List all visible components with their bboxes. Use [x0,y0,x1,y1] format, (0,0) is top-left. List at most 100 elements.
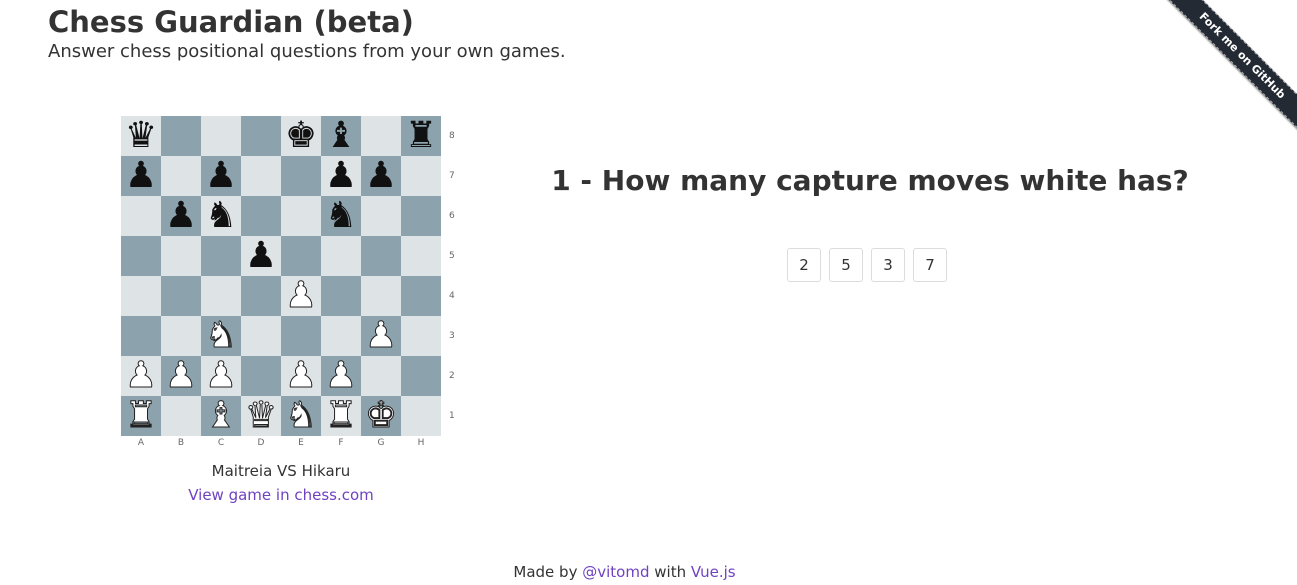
square-e5[interactable] [281,236,321,276]
fork-on-github-link[interactable]: Fork me on GitHub [1166,0,1297,132]
square-d1[interactable]: ♛ [241,395,281,436]
black-queen-icon[interactable]: ♛ [125,116,157,156]
white-pawn-icon[interactable]: ♟ [324,355,357,396]
square-c7[interactable]: ♟ [201,156,241,196]
square-g2[interactable] [361,356,401,396]
square-a2[interactable]: ♟ [121,355,161,396]
square-b5[interactable] [161,236,201,276]
square-c1[interactable]: ♝ [201,395,241,436]
white-queen-icon[interactable]: ♛ [244,395,277,436]
black-pawn-icon[interactable]: ♟ [245,236,277,276]
black-king-icon[interactable]: ♚ [285,116,317,156]
square-a8[interactable]: ♛ [121,116,161,156]
square-c4[interactable] [201,276,241,316]
square-d5[interactable]: ♟ [241,236,281,276]
square-f8[interactable]: ♝ [321,116,361,156]
square-b8[interactable] [161,116,201,156]
square-g1[interactable]: ♚ [361,395,401,436]
square-b2[interactable]: ♟ [161,355,201,396]
square-a7[interactable]: ♟ [121,156,161,196]
square-e8[interactable]: ♚ [281,116,321,156]
black-pawn-icon[interactable]: ♟ [125,156,157,196]
vuejs-link[interactable]: Vue.js [691,563,736,581]
square-a5[interactable] [121,236,161,276]
square-h6[interactable] [401,196,441,236]
square-h4[interactable] [401,276,441,316]
black-pawn-icon[interactable]: ♟ [165,196,197,236]
square-h3[interactable] [401,316,441,356]
white-bishop-icon[interactable]: ♝ [204,395,237,436]
answer-option-button[interactable]: 5 [829,248,863,282]
square-b1[interactable] [161,396,201,436]
square-a6[interactable] [121,196,161,236]
square-g8[interactable] [361,116,401,156]
square-f5[interactable] [321,236,361,276]
white-king-icon[interactable]: ♚ [364,395,397,436]
square-g6[interactable] [361,196,401,236]
author-link[interactable]: @vitomd [582,563,649,581]
square-c5[interactable] [201,236,241,276]
square-d4[interactable] [241,276,281,316]
square-h1[interactable] [401,396,441,436]
white-pawn-icon[interactable]: ♟ [164,355,197,396]
square-e2[interactable]: ♟ [281,355,321,396]
square-g4[interactable] [361,276,401,316]
black-knight-icon[interactable]: ♞ [205,196,237,236]
view-game-link[interactable]: View game in chess.com [121,486,441,504]
white-pawn-icon[interactable]: ♟ [284,355,317,396]
black-knight-icon[interactable]: ♞ [325,196,357,236]
black-pawn-icon[interactable]: ♟ [205,156,237,196]
square-h7[interactable] [401,156,441,196]
white-rook-icon[interactable]: ♜ [324,395,357,436]
square-g7[interactable]: ♟ [361,156,401,196]
square-d6[interactable] [241,196,281,236]
square-e3[interactable] [281,316,321,356]
square-a3[interactable] [121,316,161,356]
square-f2[interactable]: ♟ [321,355,361,396]
square-b4[interactable] [161,276,201,316]
square-d7[interactable] [241,156,281,196]
square-g3[interactable]: ♟ [361,315,401,356]
black-rook-icon[interactable]: ♜ [405,116,437,156]
square-f6[interactable]: ♞ [321,196,361,236]
square-c2[interactable]: ♟ [201,355,241,396]
square-b3[interactable] [161,316,201,356]
black-pawn-icon[interactable]: ♟ [325,156,357,196]
square-f3[interactable] [321,316,361,356]
square-d8[interactable] [241,116,281,156]
square-h5[interactable] [401,236,441,276]
white-knight-icon[interactable]: ♞ [284,395,317,436]
white-pawn-icon[interactable]: ♟ [284,275,317,316]
white-pawn-icon[interactable]: ♟ [124,355,157,396]
file-label: H [417,438,425,448]
square-c3[interactable]: ♞ [201,315,241,356]
square-c6[interactable]: ♞ [201,196,241,236]
square-c8[interactable] [201,116,241,156]
rank-label: 2 [449,371,455,381]
square-f7[interactable]: ♟ [321,156,361,196]
square-f4[interactable] [321,276,361,316]
square-e4[interactable]: ♟ [281,275,321,316]
answer-option-button[interactable]: 3 [871,248,905,282]
answer-option-button[interactable]: 2 [787,248,821,282]
square-e7[interactable] [281,156,321,196]
white-rook-icon[interactable]: ♜ [124,395,157,436]
square-e6[interactable] [281,196,321,236]
square-d2[interactable] [241,356,281,396]
square-b6[interactable]: ♟ [161,196,201,236]
white-pawn-icon[interactable]: ♟ [364,315,397,356]
square-a1[interactable]: ♜ [121,395,161,436]
square-e1[interactable]: ♞ [281,395,321,436]
square-h2[interactable] [401,356,441,396]
black-pawn-icon[interactable]: ♟ [365,156,397,196]
answer-option-button[interactable]: 7 [913,248,947,282]
white-knight-icon[interactable]: ♞ [204,315,237,356]
white-pawn-icon[interactable]: ♟ [204,355,237,396]
square-g5[interactable] [361,236,401,276]
square-a4[interactable] [121,276,161,316]
square-b7[interactable] [161,156,201,196]
square-d3[interactable] [241,316,281,356]
square-f1[interactable]: ♜ [321,395,361,436]
black-bishop-icon[interactable]: ♝ [325,116,357,156]
square-h8[interactable]: ♜ [401,116,441,156]
